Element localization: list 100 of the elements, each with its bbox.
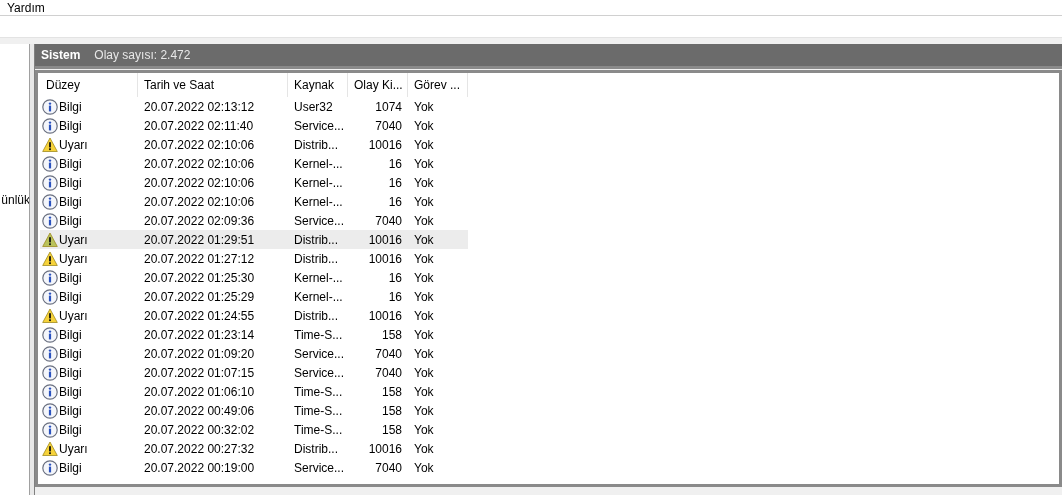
- table-cell-text: Yok: [413, 250, 435, 268]
- table-row[interactable]: Bilgi 20.07.2022 01:09:20 Service... 7040 Yok: [40, 344, 468, 363]
- table-cell-text: Yok: [413, 383, 435, 401]
- column-header[interactable]: Düzey: [40, 73, 138, 97]
- table-cell-text: Kernel-...: [293, 174, 344, 192]
- table-row[interactable]: Bilgi 20.07.2022 00:32:02 Time-S... 158 Yok: [40, 420, 468, 439]
- table-cell-text: 20.07.2022 02:10:06: [143, 136, 256, 154]
- table-cell-text: 20.07.2022 01:24:55: [143, 307, 256, 325]
- table-cell-text: 7040: [374, 364, 403, 382]
- table-row[interactable]: Bilgi 20.07.2022 02:11:40 Service... 7040 Yok: [40, 116, 468, 135]
- table-row[interactable]: Bilgi 20.07.2022 00:49:06 Time-S... 158 Yok: [40, 401, 468, 420]
- info-icon: [42, 459, 58, 476]
- level-text: Uyarı: [59, 440, 88, 458]
- table-cell-text: 10016: [367, 307, 403, 325]
- table-row[interactable]: Uyarı 20.07.2022 02:10:06 Distrib... 10016 Yok: [40, 135, 468, 154]
- warning-icon: [42, 136, 58, 153]
- table-cell-text: Distrib...: [293, 136, 339, 154]
- table-cell-text: 7040: [374, 212, 403, 230]
- info-icon: [42, 212, 58, 229]
- table-cell-text: Distrib...: [293, 307, 339, 325]
- table-cell-text: Service...: [293, 345, 345, 363]
- column-header[interactable]: Kaynak: [288, 73, 348, 97]
- table-cell-text: User32: [293, 98, 334, 116]
- table-cell-text: Yok: [413, 193, 435, 211]
- table-cell-text: Yok: [413, 155, 435, 173]
- table-cell-text: 158: [380, 326, 403, 344]
- warning-icon: [42, 231, 58, 248]
- table-row[interactable]: Bilgi 20.07.2022 01:25:30 Kernel-... 16 Yok: [40, 268, 468, 287]
- menu-item[interactable]: Yardım: [7, 1, 45, 14]
- table-cell-text: Time-S...: [293, 326, 344, 344]
- table-cell-text: Yok: [413, 269, 435, 287]
- level-text: Bilgi: [59, 383, 82, 401]
- info-icon: [42, 288, 58, 305]
- table-cell-text: 20.07.2022 00:27:32: [143, 440, 256, 458]
- level-text: Bilgi: [59, 288, 82, 306]
- table-cell-text: Distrib...: [293, 440, 339, 458]
- table-cell-text: 20.07.2022 02:10:06: [143, 193, 256, 211]
- table-cell-text: 158: [380, 402, 403, 420]
- table-cell-text: Service...: [293, 364, 345, 382]
- level-text: Bilgi: [59, 326, 82, 344]
- table-cell-text: Distrib...: [293, 250, 339, 268]
- table-cell-text: 20.07.2022 01:23:14: [143, 326, 256, 344]
- table-row[interactable]: Uyarı 20.07.2022 01:27:12 Distrib... 10016 Yok: [40, 249, 468, 268]
- table-row[interactable]: Bilgi 20.07.2022 02:09:36 Service... 7040 Yok: [40, 211, 468, 230]
- table-cell-text: 20.07.2022 00:19:00: [143, 459, 256, 477]
- event-count: Olay sayısı: 2.472: [94, 47, 191, 64]
- table-cell-text: Yok: [413, 459, 435, 477]
- level-text: Uyarı: [59, 231, 88, 249]
- table-row[interactable]: Uyarı 20.07.2022 01:29:51 Distrib... 10016 Yok: [40, 230, 468, 249]
- level-text: Bilgi: [59, 402, 82, 420]
- table-row[interactable]: Uyarı 20.07.2022 00:27:32 Distrib... 10016 Yok: [40, 439, 468, 458]
- level-text: Bilgi: [59, 364, 82, 382]
- table-row[interactable]: Bilgi 20.07.2022 01:07:15 Service... 7040 Yok: [40, 363, 468, 382]
- table-row[interactable]: Uyarı 20.07.2022 01:24:55 Distrib... 10016 Yok: [40, 306, 468, 325]
- table-row[interactable]: Bilgi 20.07.2022 01:25:29 Kernel-... 16 Yok: [40, 287, 468, 306]
- table-cell-text: Kernel-...: [293, 288, 344, 306]
- table-row[interactable]: Bilgi 20.07.2022 01:23:14 Time-S... 158 Yok: [40, 325, 468, 344]
- level-text: Bilgi: [59, 212, 82, 230]
- table-cell-text: 10016: [367, 136, 403, 154]
- level-text: Bilgi: [59, 269, 82, 287]
- table-row[interactable]: Bilgi 20.07.2022 02:10:06 Kernel-... 16 Yok: [40, 154, 468, 173]
- table-row[interactable]: Bilgi 20.07.2022 01:06:10 Time-S... 158 Yok: [40, 382, 468, 401]
- table-row[interactable]: Bilgi 20.07.2022 02:10:06 Kernel-... 16 Yok: [40, 192, 468, 211]
- table-cell-text: Service...: [293, 459, 345, 477]
- table-cell-text: Yok: [413, 136, 435, 154]
- table-row[interactable]: Bilgi 20.07.2022 02:10:06 Kernel-... 16 Yok: [40, 173, 468, 192]
- level-text: Bilgi: [59, 98, 82, 116]
- table-cell-text: 20.07.2022 02:10:06: [143, 174, 256, 192]
- level-text: Uyarı: [59, 136, 88, 154]
- warning-icon: [42, 440, 58, 457]
- table-cell-text: 20.07.2022 02:10:06: [143, 155, 256, 173]
- info-icon: [42, 117, 58, 134]
- table-cell-text: 7040: [374, 345, 403, 363]
- level-text: Uyarı: [59, 307, 88, 325]
- table-cell-text: Yok: [413, 98, 435, 116]
- table-cell-text: Yok: [413, 364, 435, 382]
- table-cell-text: 20.07.2022 01:06:10: [143, 383, 256, 401]
- table-cell-text: 20.07.2022 02:11:40: [143, 117, 255, 135]
- column-header[interactable]: Olay Ki...: [348, 73, 408, 97]
- info-icon: [42, 155, 58, 172]
- panel-title: Sistem: [41, 47, 81, 64]
- column-header[interactable]: Görev ...: [408, 73, 468, 97]
- table-cell-text: Time-S...: [293, 402, 344, 420]
- table-cell-text: Yok: [413, 288, 435, 306]
- table-cell-text: Yok: [413, 345, 435, 363]
- column-header[interactable]: Tarih ve Saat: [138, 73, 288, 97]
- table-cell-text: 16: [387, 155, 403, 173]
- table-cell-text: 20.07.2022 01:09:20: [143, 345, 256, 363]
- table-cell-text: 1074: [374, 98, 403, 116]
- table-cell-text: Time-S...: [293, 383, 344, 401]
- info-icon: [42, 345, 58, 362]
- table-cell-text: 16: [387, 288, 403, 306]
- table-cell-text: 20.07.2022 02:09:36: [143, 212, 256, 230]
- table-cell-text: Yok: [413, 174, 435, 192]
- table-row[interactable]: Bilgi 20.07.2022 00:19:00 Service... 7040 Yok: [40, 458, 468, 477]
- table-row[interactable]: Bilgi 20.07.2022 02:13:12 User32 1074 Yok: [40, 97, 468, 116]
- table-cell-text: Kernel-...: [293, 269, 344, 287]
- info-icon: [42, 174, 58, 191]
- table-cell-text: 7040: [374, 117, 403, 135]
- info-icon: [42, 326, 58, 343]
